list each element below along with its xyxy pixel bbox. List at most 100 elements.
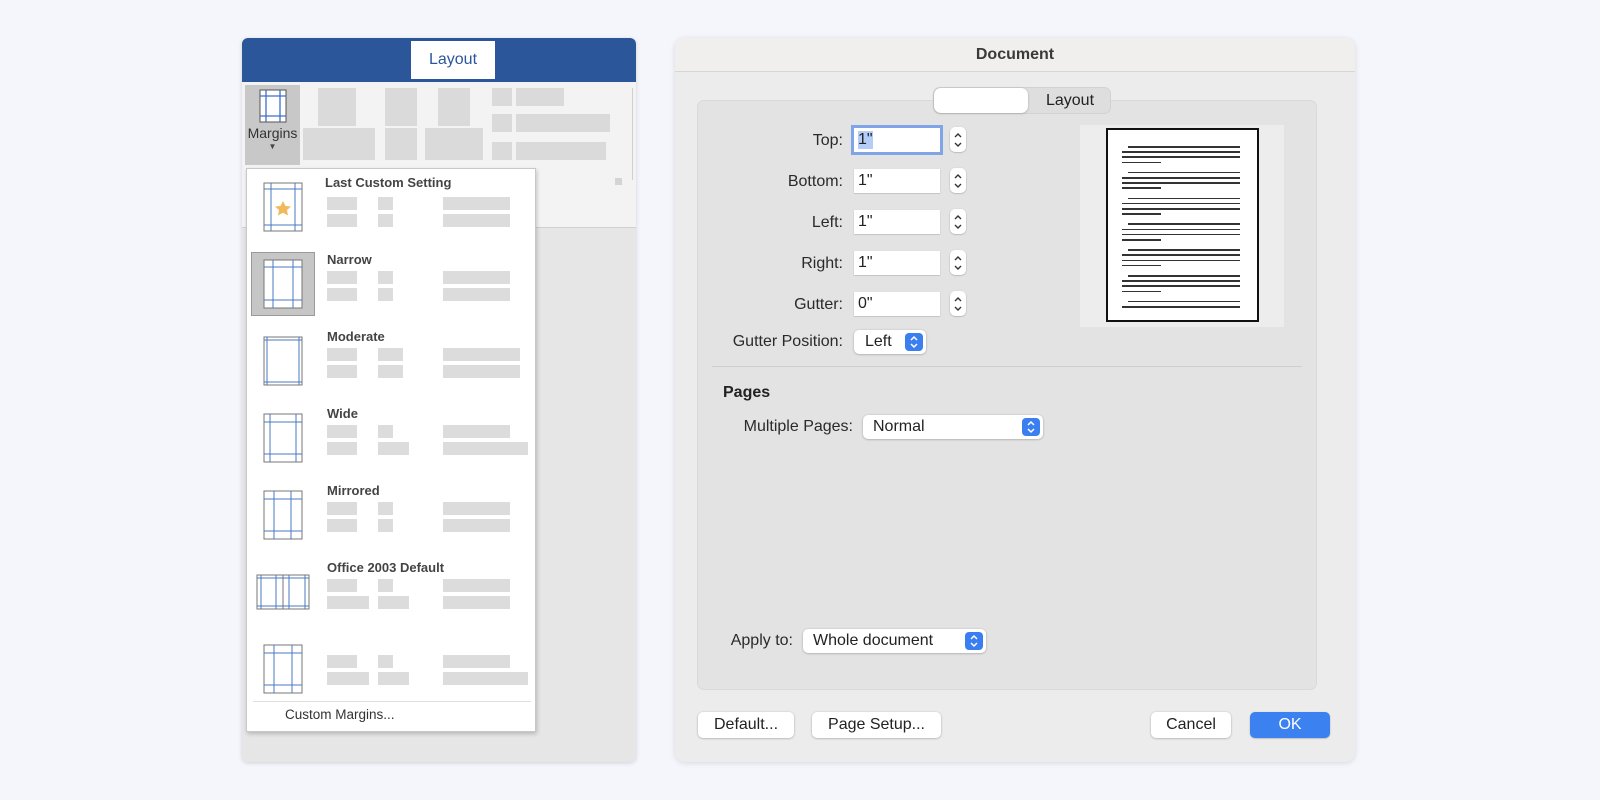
mirrored-margins-icon bbox=[263, 490, 303, 540]
moderate-margins-icon bbox=[263, 336, 303, 386]
top-margin-input[interactable]: 1" bbox=[851, 125, 943, 155]
preview-text-line bbox=[1128, 223, 1240, 225]
preset-value-placeholder bbox=[327, 442, 357, 455]
preset-value-placeholder bbox=[378, 596, 409, 609]
preset-value-placeholder bbox=[443, 271, 510, 284]
preview-text-line bbox=[1122, 202, 1240, 205]
left-margin-input[interactable]: 1" bbox=[854, 210, 940, 234]
preset-thumb bbox=[251, 329, 315, 393]
left-margin-stepper[interactable] bbox=[950, 209, 966, 234]
last-custom-margins-icon bbox=[263, 182, 303, 232]
apply-to-select[interactable]: Whole document bbox=[803, 629, 986, 653]
right-margin-input[interactable]: 1" bbox=[854, 251, 940, 275]
bottom-margin-input[interactable]: 1" bbox=[854, 169, 940, 193]
preset-value-placeholder bbox=[378, 519, 393, 532]
ribbon-separator bbox=[632, 88, 633, 180]
preset-value-placeholder bbox=[378, 425, 393, 438]
preset-thumb bbox=[251, 406, 315, 470]
gutter-input[interactable]: 0" bbox=[854, 292, 940, 316]
preset-value-placeholder bbox=[378, 288, 393, 301]
tab-layout-dialog[interactable]: Layout bbox=[1028, 88, 1112, 113]
ribbon-placeholder bbox=[516, 88, 564, 106]
preview-text-line bbox=[1122, 239, 1161, 241]
preset-last-custom-setting[interactable]: Last Custom Setting bbox=[247, 171, 535, 247]
preset-value-placeholder bbox=[327, 579, 357, 592]
preset-label: Office 2003 Default bbox=[327, 560, 445, 575]
tab-blank[interactable] bbox=[934, 88, 1028, 113]
preset-value-placeholder bbox=[443, 579, 510, 592]
preset-value-placeholder bbox=[327, 502, 357, 515]
ribbon-tab-bar: Layout bbox=[242, 38, 636, 82]
unnamed-margins-icon bbox=[263, 644, 303, 694]
dialog-launcher[interactable] bbox=[615, 178, 622, 185]
default-button[interactable]: Default... bbox=[698, 712, 794, 738]
dialog-title: Document bbox=[675, 38, 1355, 72]
gutter-position-select[interactable]: Left bbox=[854, 330, 926, 354]
tab-layout[interactable]: Layout bbox=[411, 41, 495, 79]
preset-value-placeholder bbox=[327, 348, 357, 361]
preset-label: Moderate bbox=[327, 329, 385, 344]
word-ribbon-panel: Layout Margins ▼ Last Custom Setting Nar… bbox=[242, 38, 636, 762]
left-margin-value: 1" bbox=[858, 213, 873, 230]
ribbon-placeholder bbox=[516, 142, 606, 160]
multiple-pages-value: Normal bbox=[873, 418, 925, 435]
preview-text-line bbox=[1122, 233, 1240, 236]
ribbon-placeholder bbox=[303, 128, 375, 160]
multiple-pages-select[interactable]: Normal bbox=[863, 415, 1043, 439]
preset-label: Wide bbox=[327, 406, 358, 421]
ribbon-placeholder bbox=[425, 128, 483, 160]
preset-value-placeholder bbox=[443, 288, 510, 301]
gutter-value: 0" bbox=[858, 295, 873, 312]
layout-group-box: Top: 1" Bottom: 1" Left: 1" Right: 1" Gu… bbox=[697, 100, 1317, 690]
bottom-margin-stepper[interactable] bbox=[950, 168, 966, 193]
document-dialog: Document Layout Top: 1" Bottom: 1" Left:… bbox=[675, 38, 1355, 762]
preset-value-placeholder bbox=[378, 197, 393, 210]
preset-mirrored[interactable]: Mirrored bbox=[247, 479, 535, 555]
page-setup-button[interactable]: Page Setup... bbox=[812, 712, 941, 738]
margins-dropdown: Last Custom Setting Narrow Moderate Wide… bbox=[246, 168, 536, 732]
stepper-arrows-icon bbox=[954, 173, 962, 188]
multiple-pages-label: Multiple Pages: bbox=[743, 418, 853, 435]
margins-button[interactable]: Margins ▼ bbox=[245, 85, 300, 165]
preset-label: Mirrored bbox=[327, 483, 380, 498]
top-margin-stepper[interactable] bbox=[950, 127, 966, 152]
stepper-arrows-icon bbox=[954, 255, 962, 270]
preset-value-placeholder bbox=[378, 271, 393, 284]
ribbon-placeholder bbox=[516, 114, 610, 132]
pages-section-title: Pages bbox=[723, 384, 771, 401]
preset-value-placeholder bbox=[443, 197, 510, 210]
bottom-margin-value: 1" bbox=[858, 172, 873, 189]
cancel-button[interactable]: Cancel bbox=[1151, 712, 1231, 738]
ok-button[interactable]: OK bbox=[1250, 712, 1330, 738]
preset-value-placeholder bbox=[378, 579, 393, 592]
bottom-label: Bottom: bbox=[787, 173, 843, 190]
preview-text-line bbox=[1122, 208, 1240, 210]
right-label: Right: bbox=[801, 255, 843, 272]
preset-unnamed[interactable] bbox=[247, 633, 535, 709]
preview-text-line bbox=[1122, 254, 1240, 256]
preview-text-line bbox=[1128, 146, 1240, 148]
apply-to-row: Apply to: bbox=[698, 627, 793, 655]
preset-value-placeholder bbox=[327, 655, 357, 668]
preset-value-placeholder bbox=[378, 672, 409, 685]
preset-office-2003-default[interactable]: Office 2003 Default bbox=[247, 556, 535, 632]
preset-value-placeholder bbox=[378, 214, 393, 227]
right-margin-stepper[interactable] bbox=[950, 250, 966, 275]
custom-margins-item[interactable]: Custom Margins... bbox=[285, 707, 395, 722]
gutter-stepper[interactable] bbox=[950, 291, 966, 316]
preset-narrow[interactable]: Narrow bbox=[247, 248, 535, 324]
ribbon-placeholder bbox=[492, 142, 512, 160]
preset-moderate[interactable]: Moderate bbox=[247, 325, 535, 401]
preview-text-line bbox=[1122, 264, 1161, 267]
preview-text-line bbox=[1122, 151, 1240, 153]
preset-thumb bbox=[251, 175, 315, 239]
preset-thumb bbox=[251, 560, 315, 624]
preset-thumb bbox=[251, 252, 315, 316]
preset-value-placeholder bbox=[443, 502, 510, 515]
stepper-arrows-icon bbox=[954, 132, 962, 147]
preview-text-line bbox=[1122, 161, 1161, 164]
preset-value-placeholder bbox=[443, 442, 528, 455]
chevron-down-icon: ▼ bbox=[268, 142, 277, 151]
preset-wide[interactable]: Wide bbox=[247, 402, 535, 478]
preset-value-placeholder bbox=[327, 365, 357, 378]
